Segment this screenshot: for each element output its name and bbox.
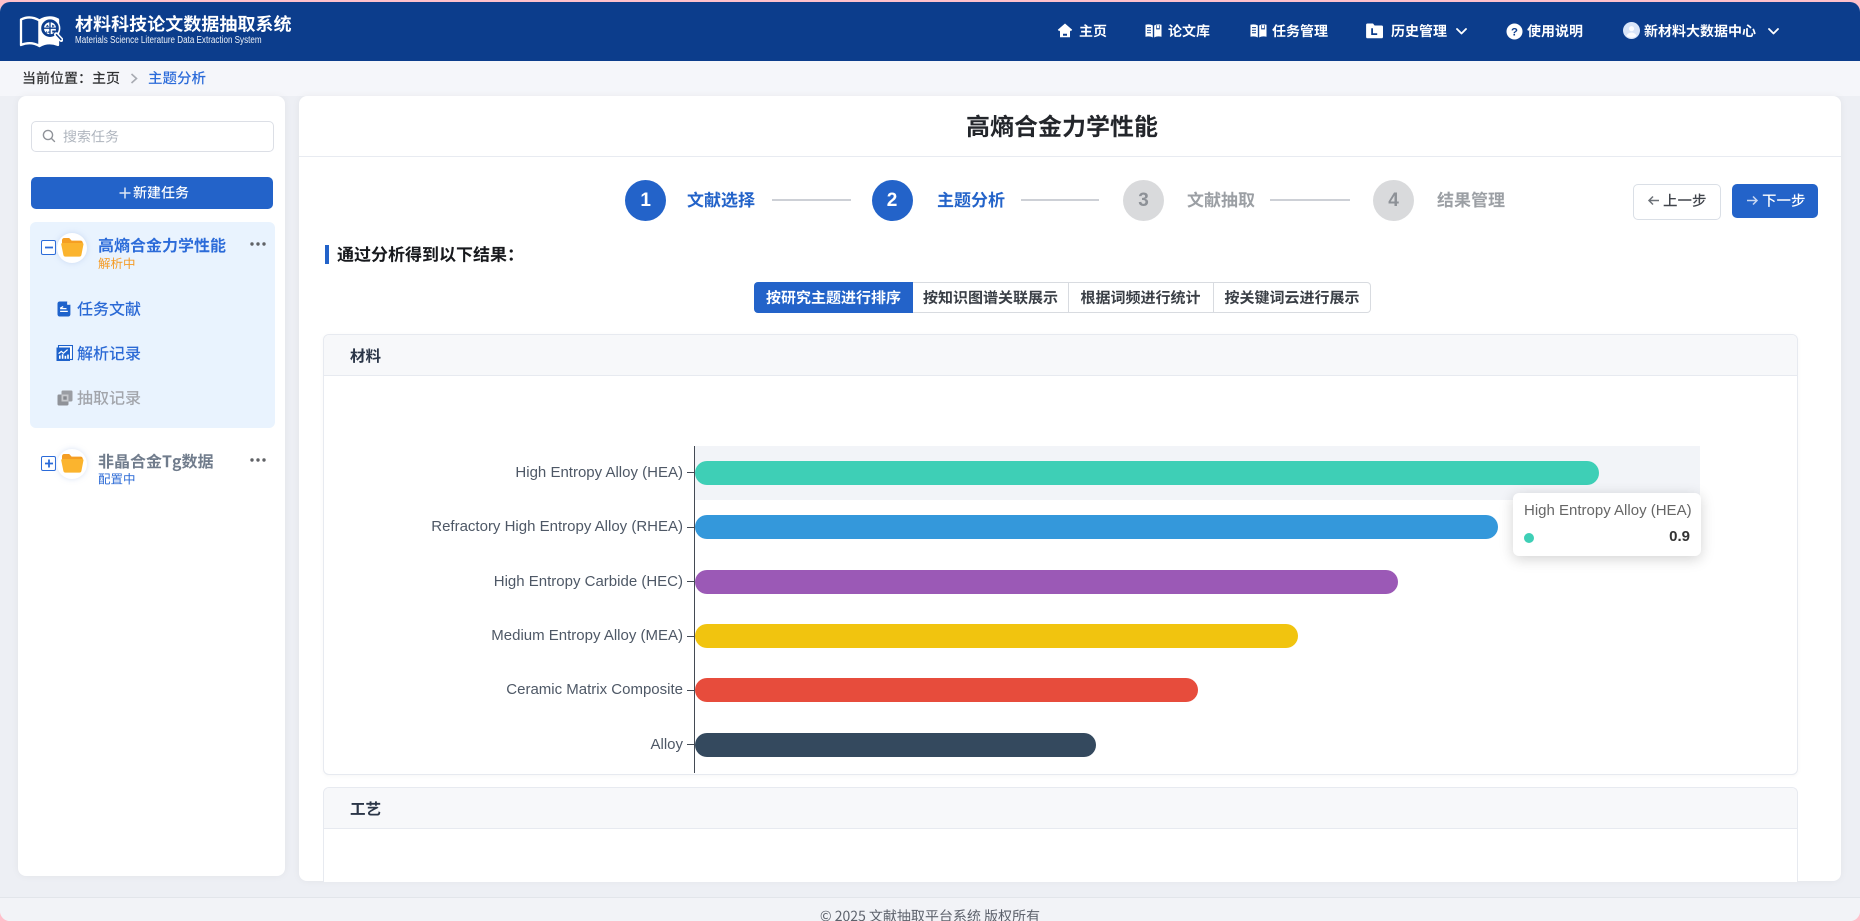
svg-text:?: ? bbox=[1511, 26, 1518, 38]
